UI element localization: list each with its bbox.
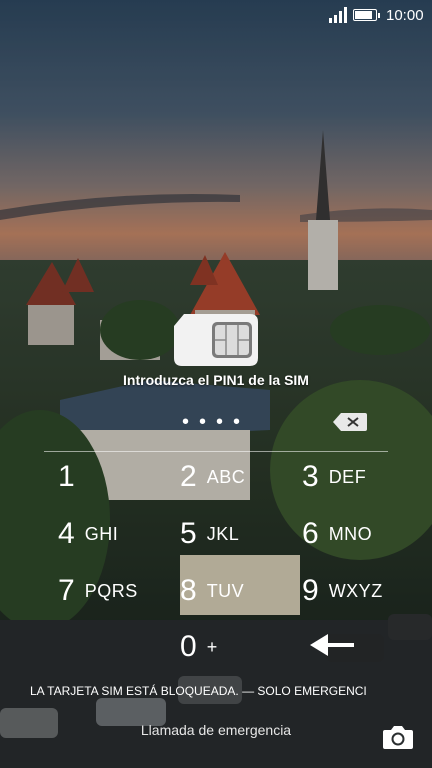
key-2[interactable]: 2 ABC xyxy=(180,450,300,504)
status-time: 10:00 xyxy=(386,7,424,24)
key-3[interactable]: 3 DEF xyxy=(302,450,422,504)
key-9[interactable]: 9 WXYZ xyxy=(302,564,422,618)
camera-icon[interactable] xyxy=(382,724,414,750)
sim-locked-message: LA TARJETA SIM ESTÁ BLOQUEADA. — SOLO EM… xyxy=(30,684,367,698)
delete-icon[interactable] xyxy=(333,413,367,431)
key-7[interactable]: 7 PQRS xyxy=(58,564,178,618)
battery-fill xyxy=(355,11,373,19)
key-8[interactable]: 8 TUV xyxy=(180,564,300,618)
key-1[interactable]: 1 xyxy=(58,450,178,504)
status-bar: 10:00 xyxy=(0,0,432,30)
pin-prompt-title: Introduzca el PIN1 de la SIM xyxy=(123,372,309,388)
signal-icon xyxy=(329,7,347,23)
emergency-call-button[interactable]: Llamada de emergencia xyxy=(0,722,432,738)
key-5[interactable]: 5 JKL xyxy=(180,507,300,561)
pin-entry-dots: •••• xyxy=(181,411,250,433)
back-arrow-icon[interactable] xyxy=(310,632,354,658)
key-6[interactable]: 6 MNO xyxy=(302,507,422,561)
key-4[interactable]: 4 GHI xyxy=(58,507,178,561)
battery-icon xyxy=(353,9,380,21)
sim-card-icon xyxy=(174,314,258,366)
key-0[interactable]: 0 + xyxy=(180,620,300,674)
